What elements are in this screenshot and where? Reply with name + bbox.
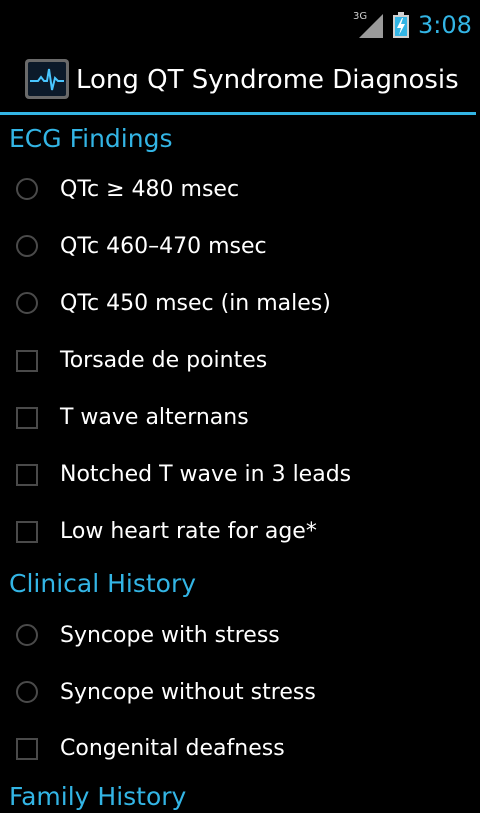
option-syncope-with-stress[interactable]: Syncope with stress — [0, 609, 480, 665]
section-header-family-history: Family History — [9, 782, 187, 811]
option-qtc-480[interactable]: QTc ≥ 480 msec — [0, 163, 480, 219]
option-syncope-without-stress[interactable]: Syncope without stress — [0, 666, 480, 722]
checkbox[interactable] — [16, 464, 38, 486]
radio-button[interactable] — [16, 624, 38, 646]
option-low-heart-rate[interactable]: Low heart rate for age* — [0, 505, 480, 561]
option-notched-t-wave[interactable]: Notched T wave in 3 leads — [0, 448, 480, 504]
option-t-wave-alternans[interactable]: T wave alternans — [0, 391, 480, 447]
checkbox[interactable] — [16, 521, 38, 543]
radio-button[interactable] — [16, 681, 38, 703]
option-label: Low heart rate for age* — [60, 519, 317, 544]
option-label: QTc ≥ 480 msec — [60, 177, 240, 202]
option-torsade-de-pointes[interactable]: Torsade de pointes — [0, 334, 480, 390]
option-label: QTc 460–470 msec — [60, 234, 267, 259]
status-clock: 3:08 — [418, 11, 472, 39]
checkbox[interactable] — [16, 350, 38, 372]
option-label: QTc 450 msec (in males) — [60, 291, 331, 316]
option-label: Syncope without stress — [60, 680, 316, 705]
option-label: Torsade de pointes — [60, 348, 268, 373]
radio-button[interactable] — [16, 178, 38, 200]
checkbox[interactable] — [16, 407, 38, 429]
action-bar-divider — [0, 112, 476, 115]
signal-strength-icon: 3G — [353, 10, 383, 38]
section-header-ecg-findings: ECG Findings — [9, 124, 173, 153]
option-label: Syncope with stress — [60, 623, 280, 648]
option-qtc-460-470[interactable]: QTc 460–470 msec — [0, 220, 480, 276]
radio-button[interactable] — [16, 235, 38, 257]
checkbox[interactable] — [16, 738, 38, 760]
section-header-clinical-history: Clinical History — [9, 569, 197, 598]
action-bar: Long QT Syndrome Diagnosis — [0, 50, 480, 112]
status-bar: 3G 3:08 — [0, 0, 480, 50]
app-title: Long QT Syndrome Diagnosis — [76, 65, 459, 95]
option-congenital-deafness[interactable]: Congenital deafness — [0, 722, 480, 778]
ecg-waveform-icon[interactable] — [24, 58, 70, 100]
option-label: Congenital deafness — [60, 736, 285, 761]
battery-charging-icon — [392, 12, 410, 38]
option-label: T wave alternans — [60, 405, 249, 430]
radio-button[interactable] — [16, 292, 38, 314]
option-qtc-450-males[interactable]: QTc 450 msec (in males) — [0, 277, 480, 333]
option-label: Notched T wave in 3 leads — [60, 462, 352, 487]
